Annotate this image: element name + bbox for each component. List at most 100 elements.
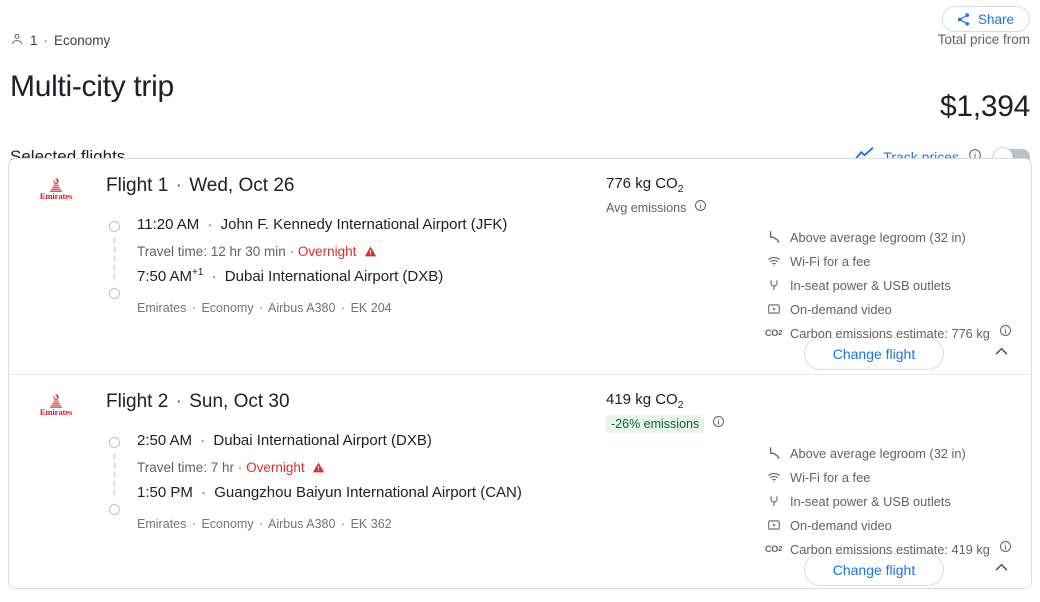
emirates-logo: Emirates — [35, 177, 77, 201]
travel-separator: · — [237, 460, 243, 475]
travel-separator: · — [289, 244, 295, 259]
amenity-item: In-seat power & USB outlets — [766, 489, 1012, 513]
departure-row: 11:20 AM · John F. Kennedy International… — [137, 214, 507, 238]
travel-time-row: Travel time: 7 hr · Overnight — [137, 454, 522, 482]
emissions-info-icon[interactable] — [712, 415, 725, 433]
travel-time: Travel time: 7 hr — [137, 460, 235, 475]
emissions-amount: 419 kg CO — [606, 391, 678, 408]
passenger-count: 1 — [30, 33, 38, 48]
arrival-airport: Guangzhou Baiyun International Airport (… — [214, 484, 522, 501]
warning-triangle-icon — [312, 460, 325, 480]
timeline-connector — [113, 236, 116, 284]
emissions-info-icon[interactable] — [694, 199, 707, 217]
overnight-label: Overnight — [297, 244, 357, 259]
emirates-wordmark: Emirates — [39, 407, 73, 417]
leg-heading-separator: · — [175, 175, 182, 196]
emissions-block: 419 kg CO2 -26% emissions — [606, 391, 725, 433]
operator-name: Emirates — [137, 517, 187, 531]
collapse-leg-button[interactable] — [987, 558, 1015, 582]
departure-row: 2:50 AM · Dubai International Airport (D… — [137, 430, 522, 454]
leg-heading-separator: · — [175, 391, 182, 412]
detail-separator: · — [191, 301, 196, 315]
selected-flights-card: Emirates Flight 1 · Wed, Oct 26 11:20 AM… — [8, 158, 1032, 589]
amenities-list: Above average legroom (32 in) Wi-Fi for … — [765, 441, 1012, 561]
cabin-class: Economy — [54, 33, 111, 48]
wifi-icon — [766, 470, 781, 484]
detail-separator: · — [259, 301, 264, 315]
leg-heading: Flight 2 · Sun, Oct 30 — [106, 391, 290, 413]
leg-timeline — [109, 221, 121, 299]
departure-airport: Dubai International Airport (DXB) — [213, 432, 432, 449]
timeline-connector — [113, 452, 116, 500]
warning-triangle-icon — [364, 244, 377, 264]
share-icon — [956, 12, 971, 27]
amenity-item: On-demand video — [766, 297, 1012, 321]
title-row: Multi-city trip $1,394 — [10, 47, 1030, 127]
flight-number: EK 204 — [350, 301, 392, 315]
person-icon — [10, 32, 24, 49]
change-flight-label: Change flight — [832, 561, 916, 578]
detail-separator: · — [340, 517, 346, 531]
arrival-time: 1:50 PM — [137, 484, 193, 501]
operator-name: Emirates — [137, 301, 187, 315]
total-price-label: Total price from — [937, 32, 1030, 47]
amenity-label: Carbon emissions estimate: 419 kg — [790, 541, 990, 557]
emissions-note: Avg emissions — [606, 201, 687, 215]
departure-time: 11:20 AM — [137, 216, 200, 233]
emirates-calligraphy-icon — [35, 177, 77, 192]
timeline-arrival-dot — [109, 288, 120, 299]
detail-separator: · — [340, 301, 346, 315]
emirates-calligraphy-icon — [35, 393, 77, 408]
flight-leg: Emirates Flight 1 · Wed, Oct 26 11:20 AM… — [9, 159, 1031, 374]
amenity-label: On-demand video — [790, 517, 892, 533]
chevron-up-icon — [993, 559, 1010, 581]
arrival-row: 7:50 AM+1 · Dubai International Airport … — [137, 266, 507, 290]
cabin-detail: Economy — [201, 517, 254, 531]
arrival-day-offset: +1 — [192, 267, 204, 278]
flight-itinerary-page: Share 1 · Economy Total price from Multi… — [0, 0, 1040, 602]
row-separator: · — [211, 268, 217, 285]
share-row: Share — [10, 0, 1030, 32]
amenity-label: Above average legroom (32 in) — [790, 229, 966, 245]
timeline-departure-dot — [109, 437, 120, 448]
amenity-item: Wi-Fi for a fee — [766, 465, 1012, 489]
emissions-note-row: -26% emissions — [606, 415, 725, 433]
aircraft-type: Airbus A380 — [268, 517, 336, 531]
amenity-label: In-seat power & USB outlets — [790, 277, 951, 293]
timeline-departure-dot — [109, 221, 120, 232]
emissions-amount: 776 kg CO — [606, 175, 678, 192]
departure-time: 2:50 AM — [137, 432, 193, 449]
leg-number: Flight 1 — [106, 175, 169, 196]
co2-subscript: 2 — [677, 399, 684, 411]
emissions-value: 419 kg CO2 — [606, 391, 725, 411]
leg-heading: Flight 1 · Wed, Oct 26 — [106, 175, 294, 197]
leg-date: Sun, Oct 30 — [189, 391, 290, 412]
aircraft-type: Airbus A380 — [268, 301, 336, 315]
operating-details: Emirates · Economy · Airbus A380 · EK 20… — [137, 301, 392, 315]
travel-time: Travel time: 12 hr 30 min — [137, 244, 286, 259]
carbon-info-icon[interactable] — [999, 324, 1012, 342]
power-outlet-icon — [766, 278, 781, 292]
co2-icon: CO 2 — [764, 328, 783, 338]
amenity-label: In-seat power & USB outlets — [790, 493, 951, 509]
legroom-icon — [766, 230, 781, 244]
leg-number: Flight 2 — [106, 391, 169, 412]
amenity-item: Above average legroom (32 in) — [766, 225, 1012, 249]
carbon-info-icon[interactable] — [999, 540, 1012, 558]
amenity-label: Carbon emissions estimate: 776 kg — [790, 325, 990, 341]
amenities-list: Above average legroom (32 in) Wi-Fi for … — [764, 225, 1012, 345]
total-price-value: $1,394 — [940, 90, 1030, 124]
share-button[interactable]: Share — [941, 6, 1030, 32]
power-outlet-icon — [766, 494, 781, 508]
departure-airport: John F. Kennedy International Airport (J… — [220, 216, 508, 233]
flight-number: EK 362 — [350, 517, 392, 531]
collapse-leg-button[interactable] — [987, 342, 1015, 366]
leg-timeline — [109, 437, 121, 515]
change-flight-label: Change flight — [832, 345, 916, 362]
emissions-block: 776 kg CO2 Avg emissions — [606, 175, 707, 217]
chevron-up-icon — [993, 343, 1010, 365]
wifi-icon — [766, 254, 781, 268]
page-header: Share 1 · Economy Total price from Multi… — [0, 0, 1040, 169]
amenity-item: On-demand video — [766, 513, 1012, 537]
arrival-row: 1:50 PM · Guangzhou Baiyun International… — [137, 482, 522, 506]
